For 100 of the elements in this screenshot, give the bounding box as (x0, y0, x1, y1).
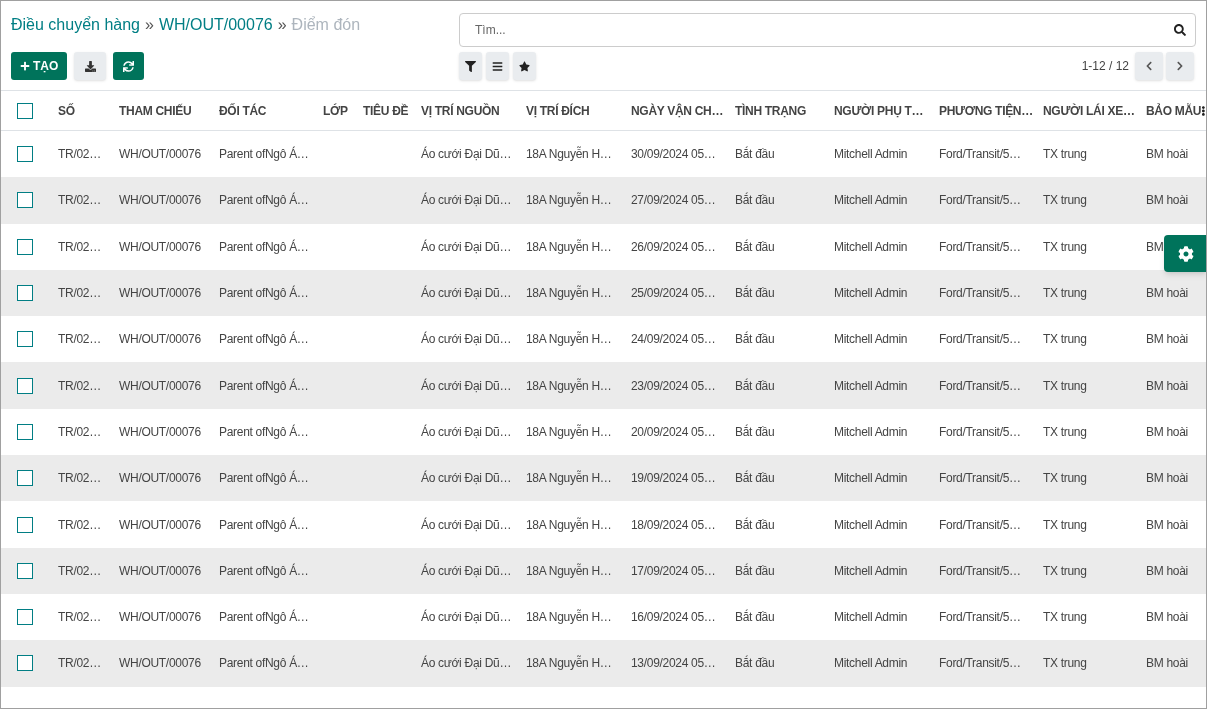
table-cell: Mitchell Admin (834, 239, 908, 254)
table-cell: TX trung (1043, 378, 1087, 393)
checkbox[interactable] (16, 102, 33, 119)
table-cell: 18A Nguyễn H… (526, 610, 612, 625)
table-cell: Bắt đầu (735, 193, 775, 208)
table-cell: TR/02… (58, 332, 101, 347)
table-cell: Ford/Transit/5… (939, 563, 1021, 578)
table-cell: Ford/Transit/5… (939, 147, 1021, 162)
column-header[interactable]: LỚP (323, 101, 348, 120)
column-header[interactable]: VỊ TRÍ ĐÍCH (526, 101, 590, 120)
filter-button[interactable] (459, 52, 482, 80)
column-header[interactable]: NGÀY VẬN CH… (631, 101, 724, 120)
checkbox[interactable] (16, 470, 33, 487)
table-cell: 13/09/2024 05… (631, 656, 716, 671)
table-cell: Mitchell Admin (834, 378, 908, 393)
table-cell: 23/09/2024 05… (631, 378, 716, 393)
checkbox[interactable] (16, 655, 33, 672)
table-cell: Ford/Transit/5… (939, 424, 1021, 439)
table-cell: 20/09/2024 05… (631, 424, 716, 439)
column-header[interactable]: VỊ TRÍ NGUỒN (421, 101, 500, 120)
download-button[interactable] (74, 52, 107, 80)
table-cell: WH/OUT/00076 (119, 610, 201, 625)
favorites-button[interactable] (513, 52, 536, 80)
table-cell: BM hoài (1146, 563, 1188, 578)
breadcrumb-link[interactable]: Điều chuyển hàng (11, 13, 140, 37)
table-cell: TX trung (1043, 286, 1087, 301)
column-header[interactable]: NGƯỜI PHỤ T… (834, 101, 924, 120)
table-cell: Áo cưới Đại Dũ… (421, 147, 512, 162)
group-by-button[interactable] (486, 52, 509, 80)
table-cell: Áo cưới Đại Dũ… (421, 286, 512, 301)
table-cell: Parent ofNgô Á… (219, 471, 309, 486)
table-cell: Mitchell Admin (834, 656, 908, 671)
table-cell: Áo cưới Đại Dũ… (421, 610, 512, 625)
column-header[interactable]: TÌNH TRẠNG (735, 101, 806, 120)
table-cell: TR/02… (58, 656, 101, 671)
table-cell: Bắt đầu (735, 656, 775, 671)
settings-button[interactable] (1164, 235, 1206, 272)
refresh-button[interactable] (113, 52, 145, 80)
table-cell: 17/09/2024 05… (631, 563, 716, 578)
table-cell: 18A Nguyễn H… (526, 424, 612, 439)
search-icon (1174, 24, 1186, 36)
table-cell: Áo cưới Đại Dũ… (421, 332, 512, 347)
filter-icon (465, 60, 476, 72)
table-cell: Parent ofNgô Á… (219, 378, 309, 393)
chevron-right-icon (1175, 61, 1185, 71)
column-header[interactable]: NGƯỜI LÁI XE… (1043, 101, 1135, 120)
breadcrumb-separator: » (145, 15, 154, 35)
table-cell: Bắt đầu (735, 563, 775, 578)
checkbox[interactable] (16, 238, 33, 255)
checkbox[interactable] (16, 331, 33, 348)
table-cell: WH/OUT/00076 (119, 286, 201, 301)
checkbox[interactable] (16, 285, 33, 302)
table-cell: 18A Nguyễn H… (526, 471, 612, 486)
table-cell: Parent ofNgô Á… (219, 147, 309, 162)
checkbox[interactable] (16, 609, 33, 626)
table-cell: WH/OUT/00076 (119, 147, 201, 162)
column-header[interactable]: SỐ (58, 101, 75, 120)
table-cell: Mitchell Admin (834, 563, 908, 578)
table-cell: 18A Nguyễn H… (526, 239, 612, 254)
table-cell: Ford/Transit/5… (939, 286, 1021, 301)
create-button[interactable]: TẠO (11, 52, 68, 80)
checkbox[interactable] (16, 516, 33, 533)
table-cell: WH/OUT/00076 (119, 378, 201, 393)
plus-icon (20, 61, 30, 71)
table-cell: TR/02… (58, 610, 101, 625)
column-header[interactable]: TIÊU ĐỀ (363, 101, 409, 120)
table-cell: 18A Nguyễn H… (526, 286, 612, 301)
table-cell: BM hoài (1146, 378, 1188, 393)
table-cell: 18A Nguyễn H… (526, 563, 612, 578)
table-cell: BM hoài (1146, 610, 1188, 625)
table-cell: 25/09/2024 05… (631, 286, 716, 301)
table-cell: BM hoài (1146, 424, 1188, 439)
table-cell: Mitchell Admin (834, 147, 908, 162)
table-cell: Parent ofNgô Á… (219, 610, 309, 625)
table-cell: Áo cưới Đại Dũ… (421, 656, 512, 671)
table-cell: Parent ofNgô Á… (219, 332, 309, 347)
table-cell: Ford/Transit/5… (939, 656, 1021, 671)
column-header[interactable]: THAM CHIẾU (119, 101, 192, 120)
pager-value: 1-12 / 12 (1081, 58, 1129, 75)
column-header[interactable]: BẢO MẪU (1146, 101, 1202, 120)
checkbox[interactable] (16, 562, 33, 579)
table-cell: Bắt đầu (735, 286, 775, 301)
column-header[interactable]: PHƯƠNG TIỆN… (939, 101, 1033, 120)
table-cell: 19/09/2024 05… (631, 471, 716, 486)
checkbox[interactable] (16, 146, 33, 163)
table-cell: WH/OUT/00076 (119, 332, 201, 347)
table-cell: BM hoài (1146, 147, 1188, 162)
table-cell: Ford/Transit/5… (939, 332, 1021, 347)
checkbox[interactable] (16, 192, 33, 209)
chevron-left-icon (1144, 61, 1154, 71)
table-cell: Parent ofNgô Á… (219, 424, 309, 439)
table-cell: Bắt đầu (735, 147, 775, 162)
search-field[interactable]: Tìm... (459, 13, 1196, 47)
column-header[interactable]: ĐỐI TÁC (219, 101, 267, 120)
checkbox[interactable] (16, 377, 33, 394)
table-cell: WH/OUT/00076 (119, 563, 201, 578)
checkbox[interactable] (16, 423, 33, 440)
breadcrumb-link[interactable]: WH/OUT/00076 (158, 13, 273, 37)
table-cell: Áo cưới Đại Dũ… (421, 517, 512, 532)
table-cell: TX trung (1043, 193, 1087, 208)
